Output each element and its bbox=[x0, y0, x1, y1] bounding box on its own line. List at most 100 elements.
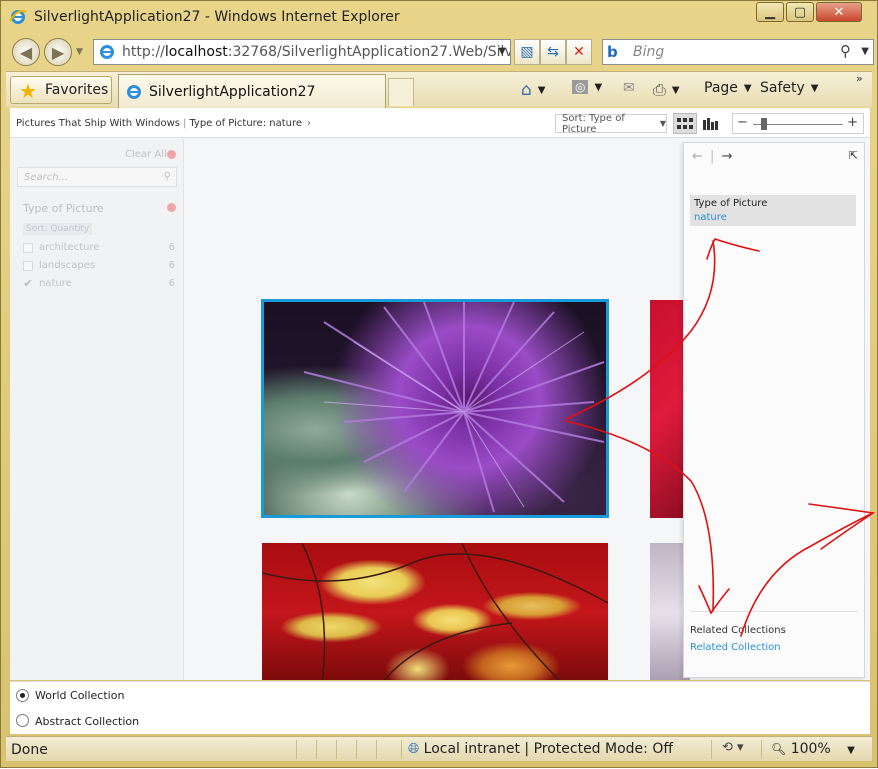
safety-dropdown-icon: ▼ bbox=[810, 82, 819, 94]
navigation-bar: ◀ ▶ ▼ http://localhost:32768/Silverlight… bbox=[6, 35, 874, 68]
breadcrumb-collection[interactable]: Pictures That Ship With Windows bbox=[16, 118, 180, 129]
zoom-level[interactable]: 🔍︎ 100% ▼ bbox=[771, 741, 855, 757]
rss-icon: ◎ bbox=[572, 80, 589, 94]
status-divider bbox=[336, 740, 337, 759]
clear-all-icon[interactable] bbox=[167, 150, 176, 159]
home-dropdown-icon[interactable]: ▼ bbox=[538, 85, 546, 96]
security-zone[interactable]: 🌐︎ Local intranet | Protected Mode: Off bbox=[408, 741, 673, 757]
checkbox[interactable] bbox=[23, 243, 33, 253]
zoom-out-icon[interactable]: − bbox=[737, 115, 748, 130]
graph-view-button[interactable] bbox=[699, 113, 723, 134]
feeds-dropdown-icon[interactable]: ▼ bbox=[594, 82, 602, 93]
compatibility-view-button[interactable]: ▧ bbox=[514, 39, 540, 65]
facet-title[interactable]: Type of Picture bbox=[23, 202, 104, 215]
zoom-dropdown-icon[interactable]: ▼ bbox=[847, 745, 855, 756]
filter-pane: Clear All Search... ⚲ Type of Picture So… bbox=[10, 139, 184, 680]
facet-item-architecture[interactable]: architecture 6 bbox=[23, 241, 175, 257]
pivot-toolbar: Pictures That Ship With Windows | Type of … bbox=[10, 108, 870, 138]
checkmark-icon[interactable]: ✔ bbox=[23, 278, 33, 289]
address-dropdown-icon[interactable]: ▼ bbox=[498, 46, 506, 57]
status-divider bbox=[376, 740, 377, 759]
facet-item-nature[interactable]: ✔ nature 6 bbox=[23, 277, 175, 293]
breadcrumb-separator: | bbox=[182, 118, 187, 129]
abstract-collection-label[interactable]: Abstract Collection bbox=[35, 715, 139, 728]
mail-icon: ✉ bbox=[623, 80, 635, 96]
security-zone-text: Local intranet | Protected Mode: Off bbox=[423, 741, 673, 757]
new-tab-button[interactable] bbox=[388, 78, 414, 106]
facet-info-box: Type of Picture nature bbox=[690, 195, 856, 226]
facet-item-count: 6 bbox=[168, 260, 175, 271]
print-dropdown-icon[interactable]: ▼ bbox=[672, 85, 680, 96]
facet-item-label: nature bbox=[39, 278, 72, 289]
facet-clear-icon[interactable] bbox=[167, 203, 176, 212]
info-facet-value-link[interactable]: nature bbox=[694, 212, 852, 223]
world-collection-radio[interactable] bbox=[16, 689, 29, 702]
next-item-icon[interactable]: → bbox=[722, 149, 733, 164]
tab-silverlight-app[interactable]: SilverlightApplication27 bbox=[118, 74, 386, 108]
filter-search-icon: ⚲ bbox=[163, 171, 171, 182]
back-button[interactable]: ◀ bbox=[12, 38, 40, 66]
facet-item-count: 6 bbox=[168, 278, 175, 289]
minimize-icon: ▁ bbox=[765, 4, 775, 20]
home-button[interactable]: ⌂ ▼ bbox=[521, 80, 546, 100]
tab-title: SilverlightApplication27 bbox=[149, 83, 316, 100]
minimize-button[interactable]: ▁ bbox=[756, 2, 784, 22]
artichoke-flower-image[interactable] bbox=[261, 299, 609, 518]
protected-mode-icon[interactable]: ⟲ ▾ bbox=[722, 740, 744, 755]
collection-options: World Collection Abstract Collection bbox=[10, 681, 870, 734]
bing-icon: b bbox=[607, 43, 618, 61]
recent-pages-dropdown-icon[interactable]: ▼ bbox=[76, 47, 83, 57]
world-collection-label[interactable]: World Collection bbox=[35, 689, 124, 702]
grid-view-button[interactable] bbox=[673, 113, 697, 134]
facet-item-label: landscapes bbox=[39, 260, 96, 271]
open-external-icon[interactable]: ⇱ bbox=[849, 149, 858, 162]
stop-button[interactable]: ✕ bbox=[566, 39, 592, 65]
maximize-icon: ▢ bbox=[793, 4, 807, 20]
mail-button[interactable]: ✉ bbox=[623, 80, 635, 96]
info-panel-nav: ← | → bbox=[692, 149, 732, 164]
breadcrumb: Pictures That Ship With Windows | Type of … bbox=[16, 118, 311, 129]
forward-button[interactable]: ▶ bbox=[44, 38, 72, 66]
status-divider bbox=[316, 740, 317, 759]
safety-menu[interactable]: Safety ▼ bbox=[760, 80, 819, 96]
feeds-button[interactable]: ◎ ▼ bbox=[572, 80, 602, 94]
previous-item-icon[interactable]: ← bbox=[692, 149, 703, 164]
search-placeholder: Bing bbox=[633, 44, 665, 60]
maximize-button[interactable]: ▢ bbox=[786, 2, 814, 22]
zoom-slider[interactable]: − + bbox=[732, 113, 864, 134]
autumn-leaves-image[interactable] bbox=[262, 543, 608, 680]
status-divider bbox=[356, 740, 357, 759]
search-box[interactable]: b Bing ⚲ ▼ bbox=[602, 39, 874, 65]
related-collection-link[interactable]: Related Collection bbox=[690, 642, 858, 653]
search-dropdown-icon[interactable]: ▼ bbox=[861, 46, 869, 57]
print-button[interactable]: ⎙ ▼ bbox=[653, 80, 680, 100]
home-icon: ⌂ bbox=[521, 80, 532, 100]
zoom-thumb[interactable] bbox=[761, 118, 767, 130]
zoom-in-icon[interactable]: + bbox=[847, 115, 858, 130]
chevron-more-icon[interactable]: » bbox=[856, 72, 863, 85]
status-text: Done bbox=[11, 742, 48, 758]
facet-item-landscapes[interactable]: landscapes 6 bbox=[23, 259, 175, 275]
close-button[interactable]: ✕ bbox=[816, 2, 862, 22]
page-icon bbox=[100, 45, 114, 59]
filter-search-input[interactable]: Search... ⚲ bbox=[17, 167, 177, 187]
branches-graphic bbox=[262, 543, 608, 680]
checkbox[interactable] bbox=[23, 261, 33, 271]
abstract-collection-radio[interactable] bbox=[16, 714, 29, 727]
url-prefix: http:// bbox=[122, 44, 165, 60]
url-host: localhost bbox=[164, 44, 228, 60]
page-menu[interactable]: Page ▼ bbox=[704, 80, 752, 96]
grid-view-icon bbox=[677, 117, 693, 129]
sort-label: Sort: Type of Picture bbox=[562, 112, 625, 135]
favorites-button[interactable]: ★ Favorites bbox=[10, 76, 112, 104]
sort-dropdown[interactable]: Sort: Type of Picture ▼ bbox=[555, 112, 667, 135]
breadcrumb-filter[interactable]: Type of Picture: nature bbox=[189, 118, 302, 129]
address-bar[interactable]: http://localhost:32768/SilverlightApplic… bbox=[93, 39, 511, 65]
search-icon[interactable]: ⚲ bbox=[840, 42, 851, 60]
browser-window: SilverlightApplication27 - Windows Inter… bbox=[0, 0, 878, 768]
clear-all-link[interactable]: Clear All bbox=[125, 149, 167, 160]
facet-sort-label[interactable]: Sort: Quantity bbox=[23, 223, 93, 235]
facet-item-count: 6 bbox=[168, 242, 175, 253]
refresh-button[interactable]: ⇆ bbox=[540, 39, 566, 65]
refresh-icon: ⇆ bbox=[547, 44, 559, 60]
